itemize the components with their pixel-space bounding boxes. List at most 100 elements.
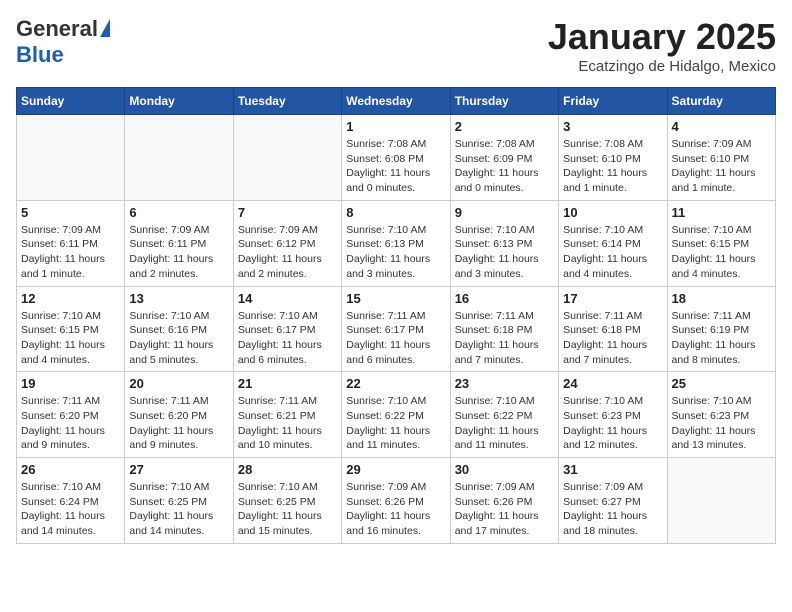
- calendar-cell: 23 Sunrise: 7:10 AM Sunset: 6:22 PM Dayli…: [450, 372, 558, 458]
- calendar-cell: 20 Sunrise: 7:11 AM Sunset: 6:20 PM Dayli…: [125, 372, 233, 458]
- day-of-week-header: Sunday: [17, 88, 125, 115]
- calendar-cell: 26Sunrise: 7:10 AM Sunset: 6:24 PM Dayli…: [17, 458, 125, 544]
- day-info: Sunrise: 7:10 AM Sunset: 6:22 PM Dayligh…: [346, 394, 445, 453]
- day-info: Sunrise: 7:11 AM Sunset: 6:21 PM Dayligh…: [238, 394, 337, 453]
- calendar-cell: 25 Sunrise: 7:10 AM Sunset: 6:23 PM Dayli…: [667, 372, 775, 458]
- calendar-cell: 10 Sunrise: 7:10 AM Sunset: 6:14 PM Dayli…: [559, 200, 667, 286]
- day-number: 16: [455, 291, 554, 306]
- day-info: Sunrise: 7:10 AM Sunset: 6:14 PM Dayligh…: [563, 223, 662, 282]
- calendar-cell: 29 Sunrise: 7:09 AM Sunset: 6:26 PM Dayli…: [342, 458, 450, 544]
- month-title: January 2025: [548, 16, 776, 58]
- calendar-cell: 21 Sunrise: 7:11 AM Sunset: 6:21 PM Dayli…: [233, 372, 341, 458]
- day-info: Sunrise: 7:10 AM Sunset: 6:15 PM Dayligh…: [672, 223, 771, 282]
- day-info: Sunrise: 7:10 AM Sunset: 6:16 PM Dayligh…: [129, 309, 228, 368]
- location-subtitle: Ecatzingo de Hidalgo, Mexico: [548, 58, 776, 75]
- day-info: Sunrise: 7:11 AM Sunset: 6:19 PM Dayligh…: [672, 309, 771, 368]
- day-info: Sunrise: 7:09 AM Sunset: 6:10 PM Dayligh…: [672, 137, 771, 196]
- day-info: Sunrise: 7:09 AM Sunset: 6:11 PM Dayligh…: [129, 223, 228, 282]
- day-info: Sunrise: 7:09 AM Sunset: 6:12 PM Dayligh…: [238, 223, 337, 282]
- day-info: Sunrise: 7:08 AM Sunset: 6:10 PM Dayligh…: [563, 137, 662, 196]
- calendar-cell: 3Sunrise: 7:08 AM Sunset: 6:10 PM Daylig…: [559, 115, 667, 201]
- day-info: Sunrise: 7:10 AM Sunset: 6:25 PM Dayligh…: [238, 480, 337, 539]
- day-number: 7: [238, 205, 337, 220]
- calendar-cell: 16 Sunrise: 7:11 AM Sunset: 6:18 PM Dayli…: [450, 286, 558, 372]
- calendar-cell: 7 Sunrise: 7:09 AM Sunset: 6:12 PM Daylig…: [233, 200, 341, 286]
- calendar-cell: 5 Sunrise: 7:09 AM Sunset: 6:11 PM Daylig…: [17, 200, 125, 286]
- day-number: 19: [21, 376, 120, 391]
- day-of-week-header: Saturday: [667, 88, 775, 115]
- day-number: 18: [672, 291, 771, 306]
- day-info: Sunrise: 7:09 AM Sunset: 6:26 PM Dayligh…: [346, 480, 445, 539]
- day-number: 8: [346, 205, 445, 220]
- day-number: 2: [455, 119, 554, 134]
- calendar-cell: 22 Sunrise: 7:10 AM Sunset: 6:22 PM Dayli…: [342, 372, 450, 458]
- day-number: 31: [563, 462, 662, 477]
- day-info: Sunrise: 7:10 AM Sunset: 6:13 PM Dayligh…: [455, 223, 554, 282]
- calendar-cell: 1 Sunrise: 7:08 AM Sunset: 6:08 PM Daylig…: [342, 115, 450, 201]
- day-number: 21: [238, 376, 337, 391]
- day-number: 12: [21, 291, 120, 306]
- day-number: 4: [672, 119, 771, 134]
- day-number: 29: [346, 462, 445, 477]
- logo: General Blue: [16, 16, 110, 68]
- calendar-cell: 4 Sunrise: 7:09 AM Sunset: 6:10 PM Daylig…: [667, 115, 775, 201]
- day-number: 10: [563, 205, 662, 220]
- day-number: 23: [455, 376, 554, 391]
- day-number: 25: [672, 376, 771, 391]
- calendar-cell: 27Sunrise: 7:10 AM Sunset: 6:25 PM Dayli…: [125, 458, 233, 544]
- day-number: 6: [129, 205, 228, 220]
- day-info: Sunrise: 7:10 AM Sunset: 6:17 PM Dayligh…: [238, 309, 337, 368]
- calendar-cell: 15Sunrise: 7:11 AM Sunset: 6:17 PM Dayli…: [342, 286, 450, 372]
- calendar-cell: 6 Sunrise: 7:09 AM Sunset: 6:11 PM Daylig…: [125, 200, 233, 286]
- day-number: 11: [672, 205, 771, 220]
- logo-general-text: General: [16, 16, 98, 42]
- day-number: 28: [238, 462, 337, 477]
- calendar-cell: 8Sunrise: 7:10 AM Sunset: 6:13 PM Daylig…: [342, 200, 450, 286]
- day-number: 26: [21, 462, 120, 477]
- day-of-week-header: Tuesday: [233, 88, 341, 115]
- day-info: Sunrise: 7:10 AM Sunset: 6:23 PM Dayligh…: [563, 394, 662, 453]
- calendar-table: SundayMondayTuesdayWednesdayThursdayFrid…: [16, 87, 776, 544]
- day-number: 24: [563, 376, 662, 391]
- day-info: Sunrise: 7:08 AM Sunset: 6:09 PM Dayligh…: [455, 137, 554, 196]
- day-number: 22: [346, 376, 445, 391]
- day-info: Sunrise: 7:09 AM Sunset: 6:26 PM Dayligh…: [455, 480, 554, 539]
- day-info: Sunrise: 7:10 AM Sunset: 6:22 PM Dayligh…: [455, 394, 554, 453]
- day-number: 17: [563, 291, 662, 306]
- day-info: Sunrise: 7:10 AM Sunset: 6:15 PM Dayligh…: [21, 309, 120, 368]
- day-of-week-header: Friday: [559, 88, 667, 115]
- logo-triangle-icon: [100, 19, 110, 37]
- day-of-week-header: Thursday: [450, 88, 558, 115]
- calendar-cell: 12 Sunrise: 7:10 AM Sunset: 6:15 PM Dayli…: [17, 286, 125, 372]
- calendar-cell: 31 Sunrise: 7:09 AM Sunset: 6:27 PM Dayli…: [559, 458, 667, 544]
- calendar-cell: 30 Sunrise: 7:09 AM Sunset: 6:26 PM Dayli…: [450, 458, 558, 544]
- calendar-cell: 13 Sunrise: 7:10 AM Sunset: 6:16 PM Dayli…: [125, 286, 233, 372]
- day-number: 5: [21, 205, 120, 220]
- logo-blue-text: Blue: [16, 42, 64, 68]
- day-info: Sunrise: 7:11 AM Sunset: 6:18 PM Dayligh…: [455, 309, 554, 368]
- calendar-cell: 9 Sunrise: 7:10 AM Sunset: 6:13 PM Daylig…: [450, 200, 558, 286]
- day-number: 20: [129, 376, 228, 391]
- day-info: Sunrise: 7:10 AM Sunset: 6:23 PM Dayligh…: [672, 394, 771, 453]
- calendar-cell: [233, 115, 341, 201]
- day-info: Sunrise: 7:11 AM Sunset: 6:20 PM Dayligh…: [129, 394, 228, 453]
- calendar-cell: [667, 458, 775, 544]
- day-number: 13: [129, 291, 228, 306]
- calendar-cell: [125, 115, 233, 201]
- calendar-cell: 14Sunrise: 7:10 AM Sunset: 6:17 PM Dayli…: [233, 286, 341, 372]
- day-number: 1: [346, 119, 445, 134]
- calendar-cell: 11 Sunrise: 7:10 AM Sunset: 6:15 PM Dayli…: [667, 200, 775, 286]
- day-number: 9: [455, 205, 554, 220]
- day-number: 30: [455, 462, 554, 477]
- day-of-week-header: Wednesday: [342, 88, 450, 115]
- day-info: Sunrise: 7:08 AM Sunset: 6:08 PM Dayligh…: [346, 137, 445, 196]
- calendar-header: SundayMondayTuesdayWednesdayThursdayFrid…: [17, 88, 776, 115]
- day-info: Sunrise: 7:11 AM Sunset: 6:20 PM Dayligh…: [21, 394, 120, 453]
- calendar-cell: 17 Sunrise: 7:11 AM Sunset: 6:18 PM Dayli…: [559, 286, 667, 372]
- day-info: Sunrise: 7:09 AM Sunset: 6:11 PM Dayligh…: [21, 223, 120, 282]
- day-of-week-header: Monday: [125, 88, 233, 115]
- page-header: General Blue January 2025 Ecatzingo de H…: [16, 16, 776, 75]
- day-info: Sunrise: 7:11 AM Sunset: 6:18 PM Dayligh…: [563, 309, 662, 368]
- day-info: Sunrise: 7:09 AM Sunset: 6:27 PM Dayligh…: [563, 480, 662, 539]
- calendar-cell: 2 Sunrise: 7:08 AM Sunset: 6:09 PM Daylig…: [450, 115, 558, 201]
